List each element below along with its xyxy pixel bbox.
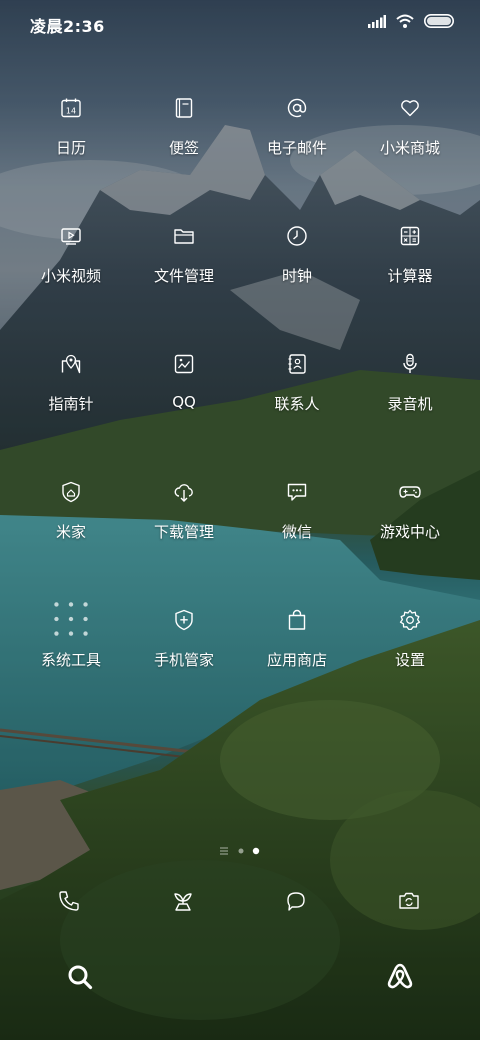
app-notes[interactable]: 便签 bbox=[124, 97, 244, 158]
app-label: 应用商店 bbox=[266, 651, 327, 669]
gamepad-icon bbox=[399, 486, 421, 498]
map-pin-icon bbox=[61, 354, 81, 374]
wifi-icon bbox=[396, 14, 414, 28]
phone-icon[interactable] bbox=[57, 889, 81, 913]
message-icon[interactable] bbox=[284, 889, 308, 913]
microphone-icon bbox=[403, 353, 417, 373]
app-mi-store[interactable]: 小米商城 bbox=[350, 97, 470, 158]
app-label: 录音机 bbox=[387, 395, 433, 413]
airbnb-icon[interactable] bbox=[386, 962, 414, 990]
app-label: 下载管理 bbox=[153, 523, 214, 541]
gear-icon bbox=[399, 609, 421, 631]
app-label: 便签 bbox=[168, 139, 199, 157]
contacts-icon bbox=[288, 354, 306, 374]
calendar-icon: 14 bbox=[61, 98, 81, 118]
app-label: 设置 bbox=[394, 651, 425, 669]
home-screen: 凌晨2:36 14 日历 便签 电子邮件 小米商城 小米视频 文件管理 时钟 计… bbox=[0, 0, 480, 1040]
app-contacts[interactable]: 联系人 bbox=[237, 353, 357, 414]
app-wechat[interactable]: 微信 bbox=[237, 481, 357, 542]
app-label: 小米商城 bbox=[379, 139, 440, 157]
app-system-tools[interactable]: 系统工具 bbox=[11, 602, 131, 670]
page-indicator[interactable] bbox=[0, 846, 480, 856]
app-label: 游戏中心 bbox=[379, 523, 440, 541]
camera-icon[interactable] bbox=[397, 889, 421, 913]
search-icon[interactable] bbox=[66, 963, 94, 991]
app-calculator[interactable]: 计算器 bbox=[350, 225, 470, 286]
app-label: 指南针 bbox=[48, 395, 94, 413]
shield-plus-icon bbox=[175, 609, 193, 631]
folder-icon bbox=[174, 229, 194, 244]
app-label: 日历 bbox=[55, 139, 86, 157]
app-label: 计算器 bbox=[387, 267, 433, 285]
app-app-store[interactable]: 应用商店 bbox=[237, 609, 357, 670]
app-label: 联系人 bbox=[274, 395, 320, 413]
app-label: 系统工具 bbox=[40, 651, 101, 669]
app-qq[interactable]: QQ bbox=[124, 353, 244, 411]
app-label: QQ bbox=[172, 393, 196, 411]
notes-icon bbox=[175, 98, 193, 118]
page-list-icon bbox=[220, 847, 228, 855]
app-label: 米家 bbox=[55, 523, 86, 541]
status-time: 凌晨2:36 bbox=[30, 17, 105, 36]
qq-icon bbox=[174, 354, 194, 374]
app-label: 小米视频 bbox=[40, 267, 101, 285]
app-compass[interactable]: 指南针 bbox=[11, 353, 131, 414]
app-email[interactable]: 电子邮件 bbox=[237, 97, 357, 158]
app-label: 微信 bbox=[281, 523, 312, 541]
email-icon bbox=[287, 98, 307, 118]
app-download-manager[interactable]: 下载管理 bbox=[124, 481, 244, 542]
folder-grid-icon bbox=[54, 602, 88, 636]
app-mi-video[interactable]: 小米视频 bbox=[11, 225, 131, 286]
battery-icon bbox=[424, 14, 454, 28]
shield-home-icon bbox=[62, 481, 80, 503]
signal-icon bbox=[368, 14, 386, 28]
page-dot-inactive bbox=[238, 848, 244, 854]
plant-icon[interactable] bbox=[171, 889, 195, 913]
app-recorder[interactable]: 录音机 bbox=[350, 353, 470, 414]
heart-icon bbox=[401, 100, 419, 117]
app-label: 手机管家 bbox=[153, 651, 214, 669]
calculator-icon bbox=[400, 226, 420, 246]
page-dot-active bbox=[252, 847, 260, 855]
status-bar: 凌晨2:36 bbox=[0, 0, 480, 46]
svg-text:14: 14 bbox=[66, 107, 76, 116]
app-label: 文件管理 bbox=[153, 267, 214, 285]
app-label: 时钟 bbox=[281, 267, 312, 285]
app-file-manager[interactable]: 文件管理 bbox=[124, 225, 244, 286]
app-calendar[interactable]: 14 日历 bbox=[11, 97, 131, 158]
clock-icon bbox=[287, 226, 307, 246]
app-settings[interactable]: 设置 bbox=[350, 609, 470, 670]
app-security[interactable]: 手机管家 bbox=[124, 609, 244, 670]
video-icon bbox=[61, 228, 81, 245]
app-game-center[interactable]: 游戏中心 bbox=[350, 481, 470, 542]
chat-bubble-icon bbox=[287, 483, 307, 501]
app-clock[interactable]: 时钟 bbox=[237, 225, 357, 286]
app-mijia[interactable]: 米家 bbox=[11, 481, 131, 542]
app-label: 电子邮件 bbox=[266, 139, 327, 157]
cloud-download-icon bbox=[174, 484, 193, 502]
shopping-bag-icon bbox=[288, 609, 306, 630]
